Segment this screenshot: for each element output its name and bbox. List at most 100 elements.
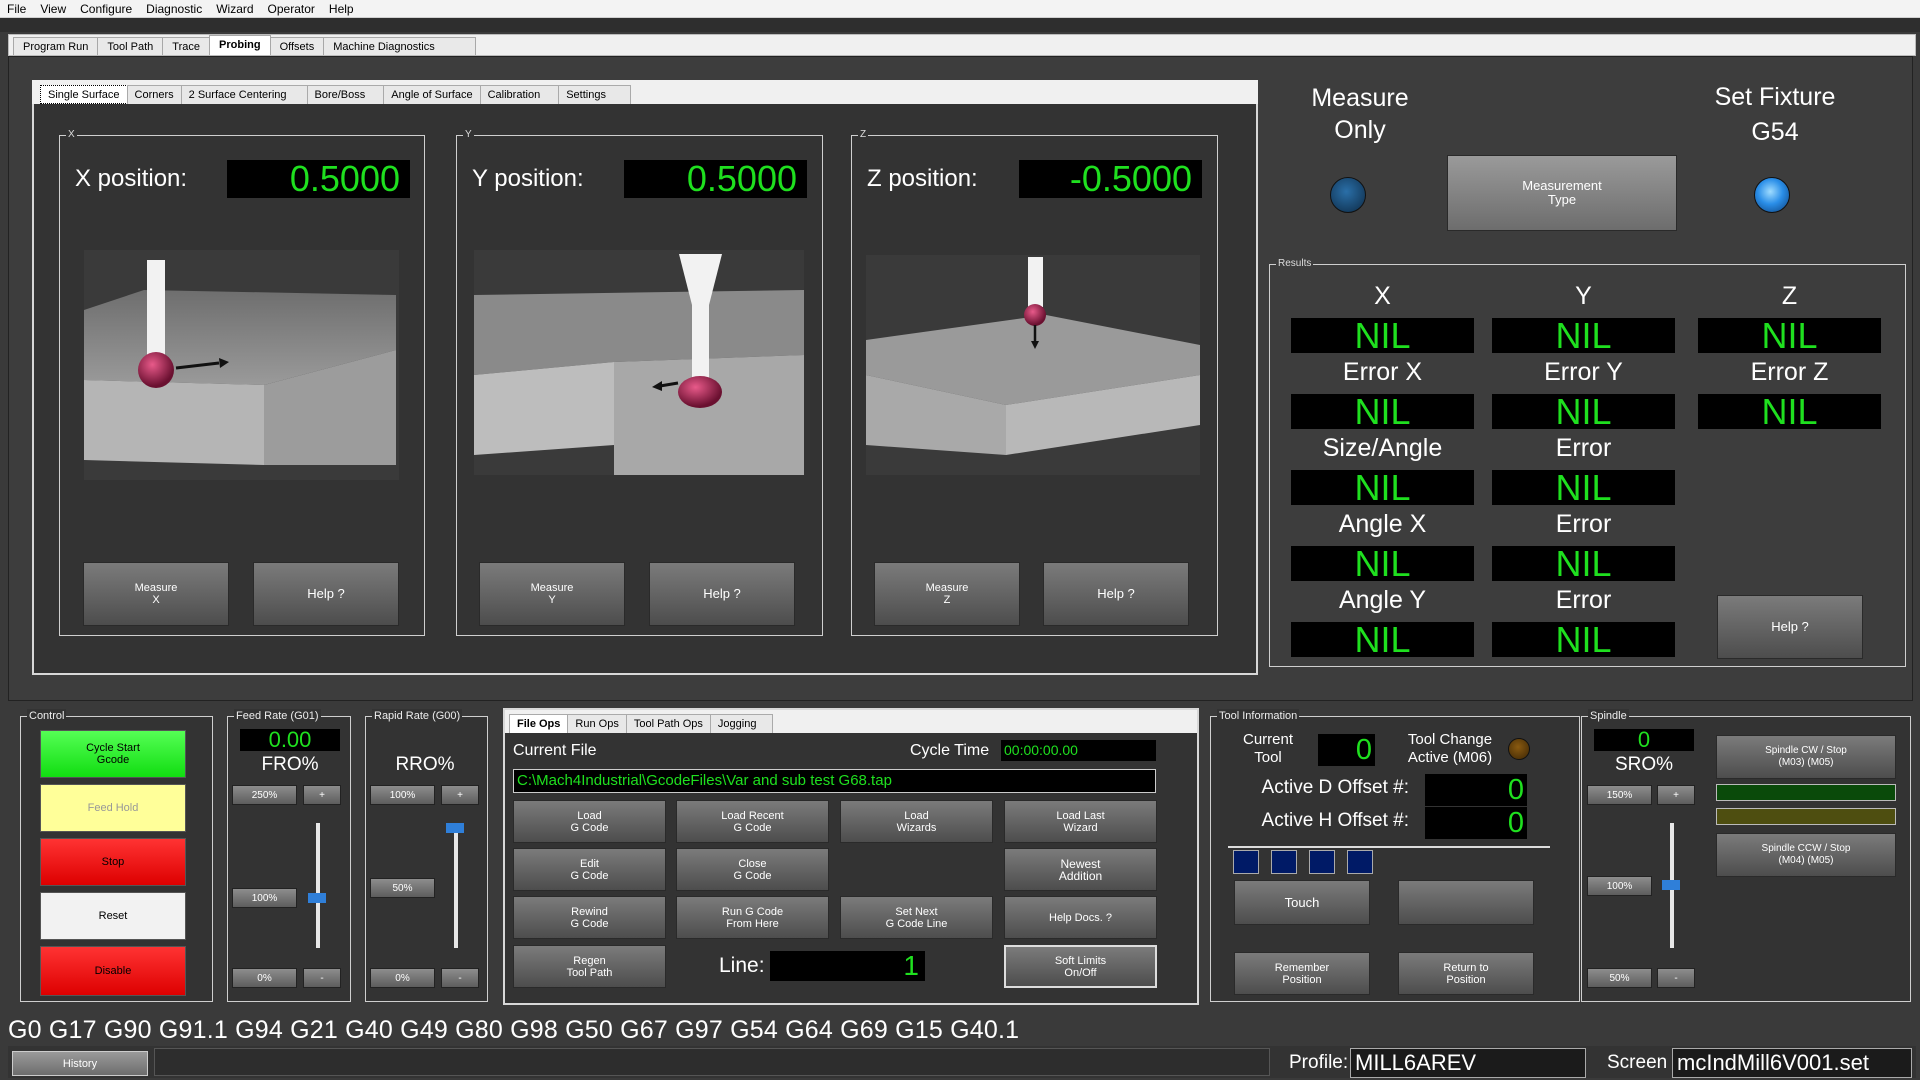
tab-settings[interactable]: Settings — [558, 85, 631, 104]
measure-only-led-icon[interactable] — [1330, 177, 1366, 213]
tab-bore-boss[interactable]: Bore/Boss — [306, 85, 385, 104]
cycle-start-button[interactable]: Cycle Start Gcode — [40, 730, 186, 778]
load-last-wizard-button[interactable]: Load Last Wizard — [1004, 800, 1157, 843]
feed-rate-slider-thumb[interactable] — [308, 893, 326, 903]
size-error-dro: NIL — [1492, 467, 1675, 508]
spindle-minus-button[interactable]: - — [1657, 968, 1695, 988]
menu-configure[interactable]: Configure — [73, 2, 139, 16]
help-docs-button[interactable]: Help Docs. ? — [1004, 896, 1157, 939]
tab-2-surface-centering[interactable]: 2 Surface Centering — [180, 85, 308, 104]
z-position-dro: -0.5000 — [1019, 160, 1202, 198]
load-wizards-button[interactable]: Load Wizards — [840, 800, 993, 843]
disable-button[interactable]: Disable — [40, 946, 186, 996]
spindle-plus-button[interactable]: + — [1657, 785, 1695, 805]
feed-hold-button[interactable]: Feed Hold — [40, 784, 186, 832]
angle-y-label: Angle Y — [1338, 586, 1427, 614]
spindle-cw-button[interactable]: Spindle CW / Stop (M03) (M05) — [1716, 735, 1896, 779]
menu-operator[interactable]: Operator — [261, 2, 322, 16]
feed-250-button[interactable]: 250% — [232, 785, 297, 805]
menu-help[interactable]: Help — [322, 2, 361, 16]
tab-tool-path[interactable]: Tool Path — [97, 37, 164, 55]
tab-run-ops[interactable]: Run Ops — [567, 714, 627, 733]
reset-button[interactable]: Reset — [40, 892, 186, 940]
remember-position-button[interactable]: Remember Position — [1234, 952, 1370, 995]
spindle-50-button[interactable]: 50% — [1587, 968, 1652, 988]
measure-x-button[interactable]: Measure X — [83, 562, 229, 626]
tool-indicator-4-icon — [1347, 850, 1373, 874]
measure-y-button[interactable]: Measure Y — [479, 562, 625, 626]
feed-rate-slider[interactable] — [316, 823, 320, 948]
feed-100-button[interactable]: 100% — [232, 888, 297, 908]
tab-machine-diagnostics[interactable]: Machine Diagnostics — [323, 37, 476, 55]
set-fixture-led-icon[interactable] — [1754, 177, 1790, 213]
error-z-label: Error Z — [1750, 358, 1829, 386]
measure-z-button[interactable]: Measure Z — [874, 562, 1020, 626]
spindle-100-button[interactable]: 100% — [1587, 876, 1652, 896]
angle-x-error-dro: NIL — [1492, 543, 1675, 584]
result-z-dro: NIL — [1698, 315, 1881, 356]
tab-offsets[interactable]: Offsets — [269, 37, 325, 55]
regen-tool-path-button[interactable]: Regen Tool Path — [513, 945, 666, 988]
tab-single-surface[interactable]: Single Surface — [40, 85, 128, 104]
menu-file[interactable]: File — [0, 2, 33, 16]
rapid-50-button[interactable]: 50% — [370, 878, 435, 898]
rapid-100-button[interactable]: 100% — [370, 785, 435, 805]
angle-y-error-dro: NIL — [1492, 619, 1675, 660]
set-next-line-button[interactable]: Set Next G Code Line — [840, 896, 993, 939]
spindle-slider-thumb[interactable] — [1662, 880, 1680, 890]
tab-trace[interactable]: Trace — [162, 37, 211, 55]
spindle-ccw-button[interactable]: Spindle CCW / Stop (M04) (M05) — [1716, 833, 1896, 877]
rapid-rate-slider[interactable] — [454, 823, 458, 948]
edit-gcode-button[interactable]: Edit G Code — [513, 848, 666, 891]
tab-corners[interactable]: Corners — [126, 85, 182, 104]
help-x-button[interactable]: Help ? — [253, 562, 399, 626]
angle-y-dro: NIL — [1291, 619, 1474, 660]
load-gcode-button[interactable]: Load G Code — [513, 800, 666, 843]
run-from-here-button[interactable]: Run G Code From Here — [676, 896, 829, 939]
rapid-0-button[interactable]: 0% — [370, 968, 435, 988]
tab-probing[interactable]: Probing — [209, 35, 271, 55]
x-probe-image — [84, 250, 399, 480]
rapid-minus-button[interactable]: - — [441, 968, 479, 988]
menu-diagnostic[interactable]: Diagnostic — [139, 2, 209, 16]
return-to-position-button[interactable]: Return to Position — [1398, 952, 1534, 995]
size-angle-dro: NIL — [1291, 467, 1474, 508]
tab-jogging[interactable]: Jogging — [709, 714, 774, 733]
tab-tool-path-ops[interactable]: Tool Path Ops — [625, 714, 711, 733]
tool-blank-button[interactable] — [1398, 880, 1534, 925]
close-gcode-button[interactable]: Close G Code — [676, 848, 829, 891]
newest-addition-button[interactable]: Newest Addition — [1004, 848, 1157, 891]
soft-limits-button[interactable]: Soft Limits On/Off — [1004, 945, 1157, 988]
rewind-gcode-button[interactable]: Rewind G Code — [513, 896, 666, 939]
rapid-rate-slider-thumb[interactable] — [446, 823, 464, 833]
stop-button[interactable]: Stop — [40, 838, 186, 886]
touch-button[interactable]: Touch — [1234, 880, 1370, 925]
sro-label: SRO% — [1614, 754, 1674, 775]
fro-label: FRO% — [261, 754, 319, 775]
menu-view[interactable]: View — [33, 2, 73, 16]
feed-plus-button[interactable]: + — [303, 785, 341, 805]
feed-0-button[interactable]: 0% — [232, 968, 297, 988]
line-label: Line: — [719, 954, 765, 977]
status-message — [154, 1048, 1270, 1076]
measurement-type-button[interactable]: Measurement Type — [1447, 155, 1677, 231]
feed-minus-button[interactable]: - — [303, 968, 341, 988]
tab-calibration[interactable]: Calibration — [479, 85, 560, 104]
z-position-label: Z position: — [867, 165, 978, 192]
tool-indicator-3-icon — [1309, 850, 1335, 874]
history-button[interactable]: History — [12, 1051, 148, 1076]
spindle-150-button[interactable]: 150% — [1587, 785, 1652, 805]
rapid-plus-button[interactable]: + — [441, 785, 479, 805]
spindle-speed-dro: 0 — [1594, 729, 1694, 751]
h-offset-dro: 0 — [1425, 807, 1527, 839]
menu-wizard[interactable]: Wizard — [209, 2, 260, 16]
tab-file-ops[interactable]: File Ops — [509, 714, 569, 733]
results-help-button[interactable]: Help ? — [1717, 595, 1863, 659]
angle-y-error-label: Error — [1555, 586, 1612, 614]
help-y-button[interactable]: Help ? — [649, 562, 795, 626]
help-z-button[interactable]: Help ? — [1043, 562, 1189, 626]
angle-x-dro: NIL — [1291, 543, 1474, 584]
tab-angle-of-surface[interactable]: Angle of Surface — [383, 85, 481, 104]
load-recent-gcode-button[interactable]: Load Recent G Code — [676, 800, 829, 843]
tab-program-run[interactable]: Program Run — [13, 37, 99, 55]
